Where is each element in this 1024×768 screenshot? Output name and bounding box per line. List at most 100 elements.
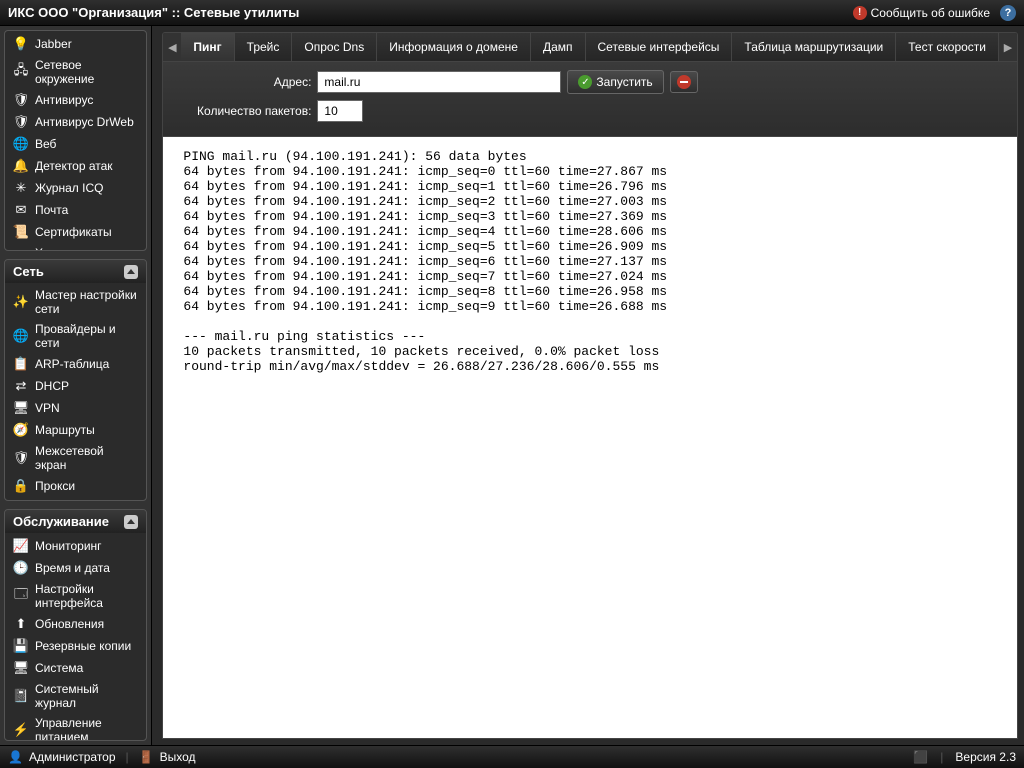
tab-scroll-right[interactable]: ▶ [999,33,1017,61]
sidebar-item-label: Обновления [35,617,104,631]
sidebar-icon: 🖧 [13,64,29,80]
tab-5[interactable]: Сетевые интерфейсы [586,33,733,61]
help-button[interactable]: ? [1000,5,1016,21]
tab-0[interactable]: Пинг [181,33,234,61]
count-input[interactable] [317,100,363,122]
collapse-icon[interactable] [124,265,138,279]
sidebar-item-label: Системный журнал [35,682,138,710]
logout-link[interactable]: Выход [160,750,196,764]
app-title: ИКС ООО "Организация" :: Сетевые утилиты [8,5,853,20]
sidebar-item-2-1[interactable]: 🕒Время и дата [5,557,146,579]
sidebar-icon: ✨ [13,294,29,310]
tab-7[interactable]: Тест скорости [896,33,999,61]
sidebar-item-label: Система [35,661,83,675]
sidebar-icon: 🖥 [13,400,29,416]
sidebar-icon: 📈 [13,538,29,554]
logout-icon: 🚪 [139,750,154,764]
stop-button[interactable] [670,71,698,93]
address-label: Адрес: [171,75,311,89]
sidebar-icon: ⬆ [13,616,29,632]
panel-title-1[interactable]: Сеть [5,260,146,283]
sidebar-icon: 🖥 [13,660,29,676]
address-input[interactable] [317,71,561,93]
run-button-label: Запустить [596,75,652,89]
tabbar: ◀ ПингТрейсОпрос DnsИнформация о доменеД… [162,32,1018,62]
output-text: PING mail.ru (94.100.191.241): 56 data b… [162,137,1018,739]
sidebar-item-0-9[interactable]: 📁Хранилище файлов [5,243,146,251]
sidebar-item-label: VPN [35,401,60,415]
sidebar-icon: ✉ [13,202,29,218]
report-error-link[interactable]: ! Сообщить об ошибке [853,6,990,20]
form-panel: Адрес: ✓ Запустить Количество пакетов: [162,62,1018,137]
sidebar-icon: 🧭 [13,422,29,438]
tab-1[interactable]: Трейс [235,33,293,61]
sidebar-icon: 🛡 [13,92,29,108]
sidebar-item-1-5[interactable]: 🧭 Маршруты [5,419,146,441]
run-button[interactable]: ✓ Запустить [567,70,663,94]
bottombar: 👤 Администратор | 🚪 Выход ⬛ | Версия 2.3 [0,745,1024,768]
sidebar-item-0-2[interactable]: 🛡 Антивирус [5,89,146,111]
sidebar-icon: 🗔 [13,588,29,604]
user-icon: 👤 [8,750,23,764]
sidebar-item-0-0[interactable]: 💡Jabber [5,33,146,55]
sidebar-item-0-8[interactable]: 📜 Сертификаты [5,221,146,243]
count-label: Количество пакетов: [171,104,311,118]
tab-2[interactable]: Опрос Dns [292,33,377,61]
sidebar-item-label: Прокси [35,479,75,493]
admin-label[interactable]: Администратор [29,750,116,764]
report-error-label: Сообщить об ошибке [871,6,990,20]
sidebar-item-label: Время и дата [35,561,110,575]
content-area: ◀ ПингТрейсОпрос DnsИнформация о доменеД… [156,26,1024,745]
sidebar-item-0-4[interactable]: 🌐Веб [5,133,146,155]
sidebar-item-1-4[interactable]: 🖥 VPN [5,397,146,419]
sidebar-item-0-6[interactable]: ✳Журнал ICQ [5,177,146,199]
sidebar-item-2-0[interactable]: 📈 Мониторинг [5,535,146,557]
sidebar-item-label: DHCP [35,379,69,393]
sidebar-icon: 📋 [13,356,29,372]
sidebar: 💡Jabber🖧Сетевое окружение🛡Антивирус🛡Анти… [0,26,152,745]
sidebar-icon: 💾 [13,638,29,654]
sidebar-item-1-3[interactable]: ⇄ DHCP [5,375,146,397]
sidebar-item-label: Антивирус [35,93,93,107]
sidebar-icon: 🔒 [13,478,29,494]
sidebar-item-0-5[interactable]: 🔔Детектор атак [5,155,146,177]
sidebar-icon: 📜 [13,224,29,240]
sidebar-item-label: Сертификаты [35,225,112,239]
sidebar-item-label: Сетевое окружение [35,58,138,86]
sidebar-icon: 🔔 [13,158,29,174]
sidebar-item-1-2[interactable]: 📋ARP-таблица [5,353,146,375]
sidebar-item-label: Маршруты [35,423,95,437]
sidebar-item-label: Мониторинг [35,539,102,553]
sidebar-item-1-1[interactable]: 🌐 Провайдеры и сети [5,319,146,353]
sidebar-item-label: Резервные копии [35,639,131,653]
sidebar-item-2-3[interactable]: ⬆ Обновления [5,613,146,635]
sidebar-icon: ⚡ [13,722,29,738]
sidebar-item-0-1[interactable]: 🖧 Сетевое окружение [5,55,146,89]
sidebar-icon: ✳ [13,180,29,196]
alert-icon: ! [853,6,867,20]
status-icon: ⬛ [913,750,928,764]
sidebar-item-0-7[interactable]: ✉ Почта [5,199,146,221]
sidebar-item-0-3[interactable]: 🛡Антивирус DrWeb [5,111,146,133]
sidebar-item-1-8[interactable]: ↪Перенаправление портов [5,497,146,501]
sidebar-item-2-2[interactable]: 🗔Настройки интерфейса [5,579,146,613]
sidebar-icon: 🛡 [13,450,29,466]
collapse-icon[interactable] [124,515,138,529]
tab-4[interactable]: Дамп [531,33,586,61]
sidebar-icon: 🌐 [13,328,29,344]
sidebar-item-label: Провайдеры и сети [35,322,138,350]
sidebar-item-1-6[interactable]: 🛡Межсетевой экран [5,441,146,475]
sidebar-item-label: Антивирус DrWeb [35,115,134,129]
tab-6[interactable]: Таблица маршрутизации [732,33,896,61]
sidebar-item-2-5[interactable]: 🖥 Система [5,657,146,679]
sidebar-item-1-0[interactable]: ✨Мастер настройки сети [5,285,146,319]
sidebar-item-label: Почта [35,203,68,217]
sidebar-icon: ⇄ [13,378,29,394]
sidebar-item-2-4[interactable]: 💾 Резервные копии [5,635,146,657]
tab-3[interactable]: Информация о домене [377,33,531,61]
tab-scroll-left[interactable]: ◀ [163,33,181,61]
sidebar-item-1-7[interactable]: 🔒 Прокси [5,475,146,497]
sidebar-item-2-7[interactable]: ⚡Управление питанием [5,713,146,741]
sidebar-item-2-6[interactable]: 📓Системный журнал [5,679,146,713]
panel-title-2[interactable]: Обслуживание [5,510,146,533]
